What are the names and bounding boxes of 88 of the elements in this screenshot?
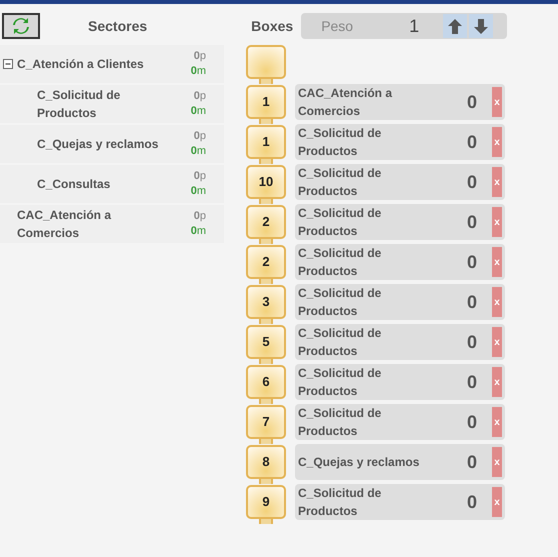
box-badge: 2: [246, 245, 286, 279]
sector-name: CAC_Atención a Comercios: [17, 207, 112, 242]
count-value: 0: [466, 210, 477, 234]
box-connector: [259, 319, 273, 324]
box-connector: [259, 239, 273, 244]
sector-name: C_Solicitud de Productos: [37, 87, 122, 122]
remove-button[interactable]: x: [492, 407, 502, 437]
count-value: 0: [466, 410, 477, 434]
tree-item[interactable]: C_Solicitud de Productos 0p 0m: [0, 85, 224, 123]
box-badge: 8: [246, 445, 286, 479]
box-badge: 3: [246, 285, 286, 319]
sector-name: C_Solicitud de Productos: [298, 125, 382, 160]
box-badge: 10: [246, 165, 286, 199]
remove-button[interactable]: x: [492, 327, 502, 357]
remove-button[interactable]: x: [492, 167, 502, 197]
people-count: 0p: [194, 129, 206, 144]
box-connector: [259, 439, 273, 444]
remove-button[interactable]: x: [492, 447, 502, 477]
sector-name: C_Atención a Clientes: [17, 56, 145, 73]
minutes-count: 0m: [190, 64, 206, 79]
minutes-count: 0m: [190, 104, 206, 119]
remove-button[interactable]: x: [492, 207, 502, 237]
remove-button[interactable]: x: [492, 287, 502, 317]
box-connector: [259, 159, 273, 164]
sector-name: C_Quejas y reclamos: [298, 454, 420, 471]
remove-button[interactable]: x: [492, 127, 502, 157]
remove-button[interactable]: x: [492, 87, 502, 117]
refresh-button[interactable]: [2, 13, 40, 39]
sector-name: C_Solicitud de Productos: [298, 325, 382, 360]
box-connector: [259, 279, 273, 284]
count-value: 0: [466, 450, 477, 474]
minutes-count: 0m: [190, 184, 206, 199]
sector-name: C_Solicitud de Productos: [298, 245, 382, 280]
sector-name: CAC_Atención a Comercios: [298, 85, 394, 120]
sector-name: C_Solicitud de Productos: [298, 205, 382, 240]
arrow-up-icon: [448, 18, 462, 34]
count-value: 0: [466, 250, 477, 274]
box-connector: [259, 79, 273, 84]
box-badge: 6: [246, 365, 286, 399]
box-connector: [259, 479, 273, 484]
remove-button[interactable]: x: [492, 247, 502, 277]
increase-button[interactable]: [443, 14, 468, 38]
box-connector: [259, 199, 273, 204]
tree-item[interactable]: C_Atención a Clientes 0p 0m: [0, 45, 224, 83]
count-value: 0: [466, 370, 477, 394]
count-value: 0: [466, 490, 477, 514]
sector-name: C_Solicitud de Productos: [298, 365, 382, 400]
minutes-count: 0m: [190, 144, 206, 159]
count-value: 0: [466, 130, 477, 154]
people-count: 0p: [194, 169, 206, 184]
arrow-down-icon: [474, 18, 488, 34]
box-connector: [259, 359, 273, 364]
tree-item[interactable]: C_Consultas 0p 0m: [0, 165, 224, 203]
box-connector: [259, 399, 273, 404]
box-badge: [246, 45, 286, 79]
box-connector: [259, 519, 273, 524]
weight-label: Peso: [321, 16, 354, 36]
sector-name: C_Quejas y reclamos: [37, 136, 160, 153]
collapse-icon[interactable]: [3, 59, 13, 69]
remove-button[interactable]: x: [492, 367, 502, 397]
box-badge: 5: [246, 325, 286, 359]
count-value: 0: [466, 170, 477, 194]
box-badge: 2: [246, 205, 286, 239]
count-value: 0: [466, 290, 477, 314]
count-value: 0: [466, 330, 477, 354]
refresh-icon: [12, 17, 30, 35]
sector-name: C_Solicitud de Productos: [298, 165, 382, 200]
box-badge: 1: [246, 85, 286, 119]
box-connector: [259, 119, 273, 124]
panel-title: Sectores: [88, 16, 148, 36]
tree-item[interactable]: C_Quejas y reclamos 0p 0m: [0, 125, 224, 163]
sector-name: C_Consultas: [37, 176, 112, 193]
minutes-count: 0m: [190, 224, 206, 239]
people-count: 0p: [194, 209, 206, 224]
remove-button[interactable]: x: [492, 487, 502, 517]
count-value: 0: [466, 90, 477, 114]
panel-title: Boxes: [251, 16, 294, 36]
people-count: 0p: [194, 49, 206, 64]
box-badge: 9: [246, 485, 286, 519]
sector-name: C_Solicitud de Productos: [298, 405, 382, 440]
decrease-button[interactable]: [469, 14, 494, 38]
tree-item[interactable]: CAC_Atención a Comercios 0p 0m: [0, 205, 224, 243]
weight-value: 1: [409, 14, 420, 38]
sector-name: C_Solicitud de Productos: [298, 285, 382, 320]
box-badge: 1: [246, 125, 286, 159]
box-badge: 7: [246, 405, 286, 439]
sector-name: C_Solicitud de Productos: [298, 485, 382, 520]
people-count: 0p: [194, 89, 206, 104]
